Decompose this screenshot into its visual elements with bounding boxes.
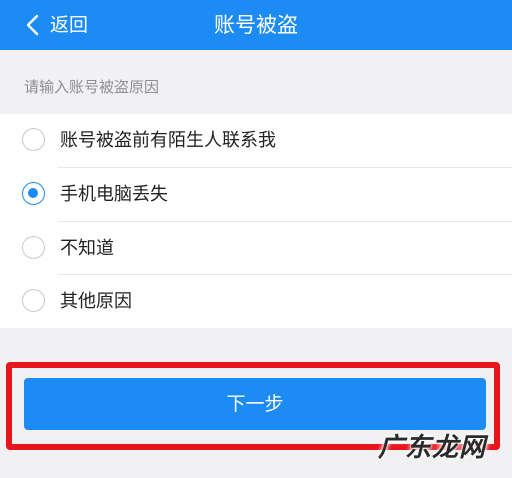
option-device-lost[interactable]: 手机电脑丢失 <box>0 168 512 221</box>
option-label: 账号被盗前有陌生人联系我 <box>60 130 276 151</box>
radio-unchecked-icon[interactable] <box>22 289 45 312</box>
divider <box>58 167 512 168</box>
divider <box>58 221 512 222</box>
radio-unchecked-icon[interactable] <box>22 128 45 151</box>
section-prompt: 请输入账号被盗原因 <box>24 78 160 96</box>
option-stranger-contact[interactable]: 账号被盗前有陌生人联系我 <box>0 114 512 167</box>
radio-unchecked-icon[interactable] <box>22 236 45 259</box>
nav-bar: 返回 账号被盗 <box>0 0 512 50</box>
option-label: 手机电脑丢失 <box>60 184 168 205</box>
divider <box>58 274 512 275</box>
option-unknown[interactable]: 不知道 <box>0 222 512 275</box>
option-label: 其他原因 <box>60 291 132 312</box>
reason-options: 账号被盗前有陌生人联系我 手机电脑丢失 不知道 其他原因 <box>0 114 512 328</box>
radio-checked-icon[interactable] <box>22 182 45 205</box>
option-other[interactable]: 其他原因 <box>0 275 512 328</box>
option-label: 不知道 <box>60 238 114 259</box>
page-title: 账号被盗 <box>214 13 298 37</box>
watermark-logo: 广东龙网 <box>378 433 487 463</box>
next-button[interactable]: 下一步 <box>24 378 486 430</box>
